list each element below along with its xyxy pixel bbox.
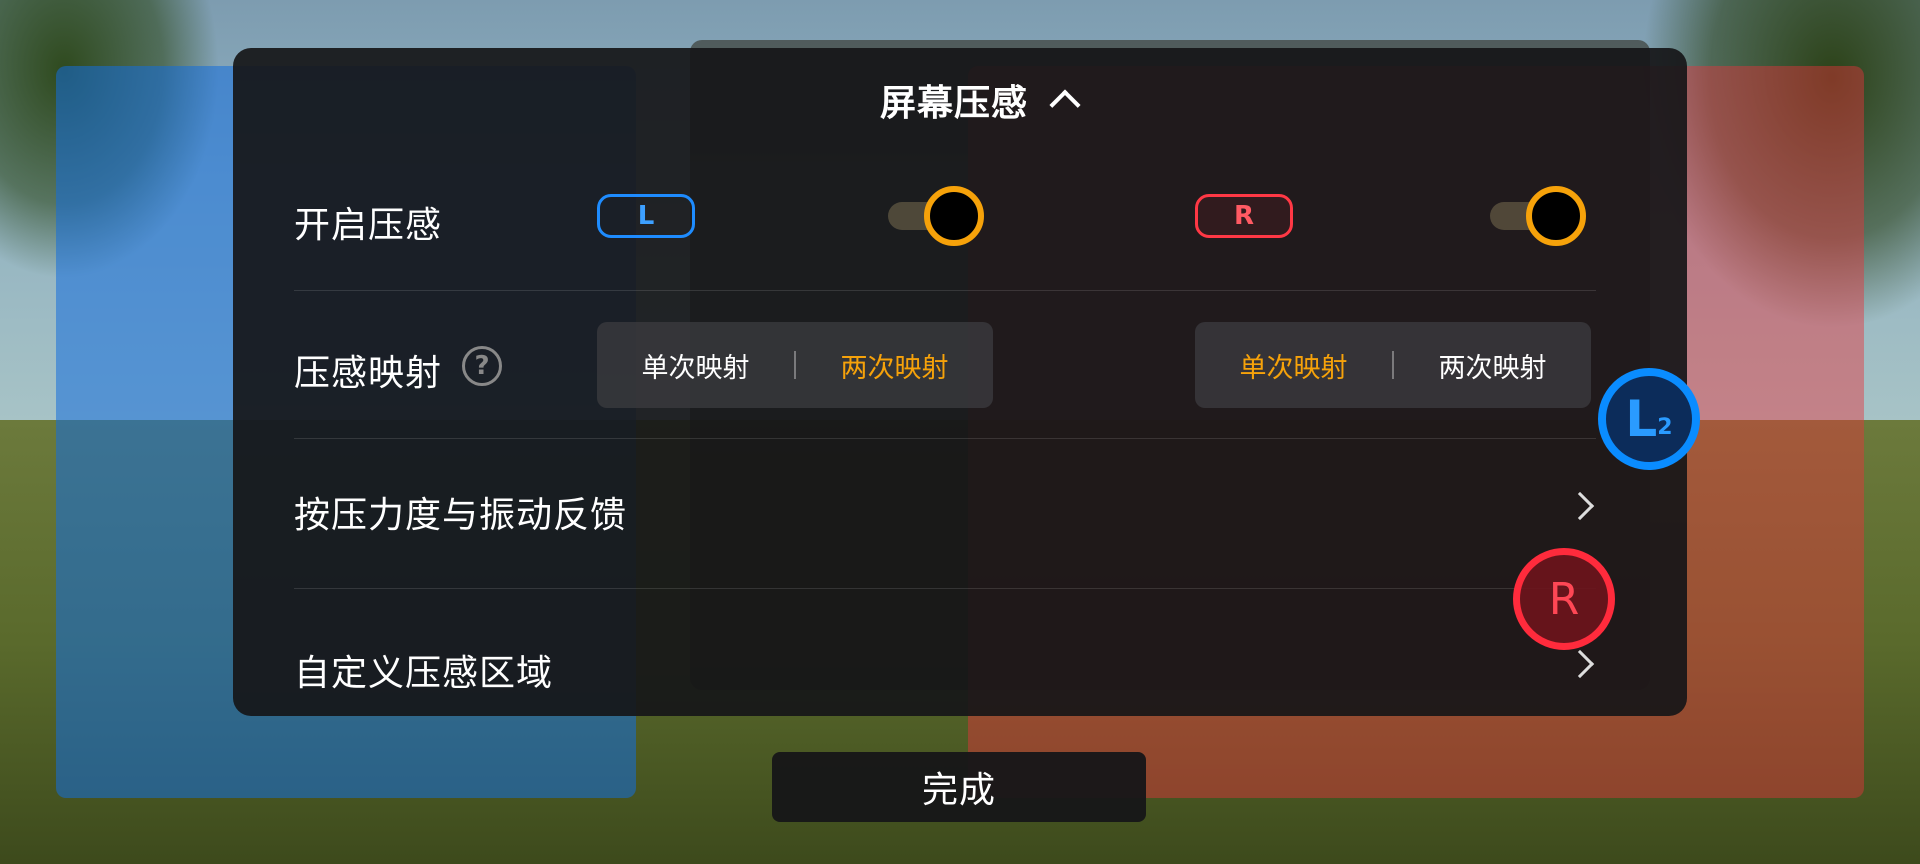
row-divider [294,588,1596,589]
row-divider [294,438,1596,439]
l2-number: 2 [1657,414,1673,440]
done-button[interactable]: 完成 [772,752,1146,822]
panel-header[interactable]: 屏幕压感 [880,74,1081,126]
chevron-up-icon[interactable] [1049,89,1081,121]
l2-trigger-button[interactable]: L 2 [1598,368,1700,470]
panel-title: 屏幕压感 [880,83,1029,124]
r-trigger-button[interactable]: R [1513,548,1615,650]
enable-pressure-label: 开启压感 [294,205,443,246]
right-double-mapping-option[interactable]: 两次映射 [1394,346,1591,385]
toggle-knob [1526,186,1586,246]
row-divider [294,290,1596,291]
help-icon[interactable]: ? [462,346,502,386]
custom-area-label[interactable]: 自定义压感区域 [294,644,553,696]
left-single-mapping-option[interactable]: 单次映射 [597,346,794,385]
right-mapping-selector: 单次映射 两次映射 [1195,322,1591,408]
toggle-knob [924,186,984,246]
left-double-mapping-option[interactable]: 两次映射 [796,346,993,385]
l2-letter: L [1625,390,1658,448]
left-pressure-toggle[interactable] [888,186,984,246]
pressure-mapping-label: 压感映射 [294,353,443,394]
force-vibration-label[interactable]: 按压力度与振动反馈 [294,486,627,538]
left-mapping-selector: 单次映射 两次映射 [597,322,993,408]
left-badge: L [597,194,695,238]
right-single-mapping-option[interactable]: 单次映射 [1195,346,1392,385]
right-pressure-toggle[interactable] [1490,186,1586,246]
right-badge: R [1195,194,1293,238]
